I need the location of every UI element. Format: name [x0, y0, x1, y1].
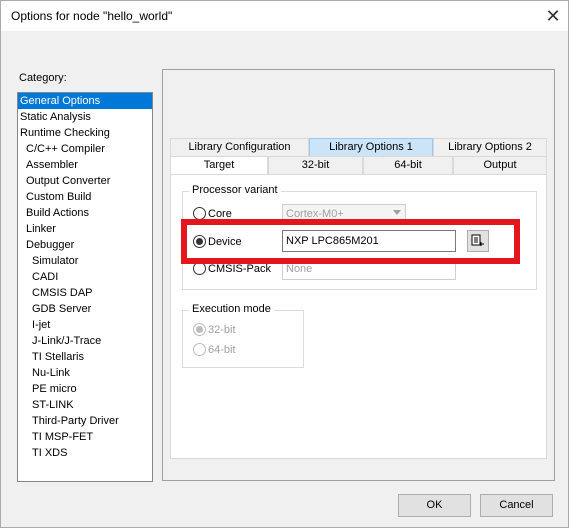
category-item-third-party-driver[interactable]: Third-Party Driver	[18, 413, 152, 429]
category-label: Category:	[19, 72, 67, 84]
category-item-linker[interactable]: Linker	[18, 221, 152, 237]
category-item-i-jet[interactable]: I-jet	[18, 317, 152, 333]
tab-library-configuration[interactable]: Library Configuration	[170, 138, 309, 156]
core-select-value: Cortex-M0+	[286, 208, 344, 220]
core-select[interactable]: Cortex-M0+	[282, 204, 406, 224]
exec-32-bit-radio[interactable]: 32-bit	[193, 323, 236, 336]
category-item-ti-stellaris[interactable]: TI Stellaris	[18, 349, 152, 365]
cancel-button[interactable]: Cancel	[480, 494, 553, 517]
category-item-assembler[interactable]: Assembler	[18, 157, 152, 173]
category-item-runtime-checking[interactable]: Runtime Checking	[18, 125, 152, 141]
tab-32-bit[interactable]: 32-bit	[268, 156, 363, 174]
category-item-ti-msp-fet[interactable]: TI MSP-FET	[18, 429, 152, 445]
category-item-nu-link[interactable]: Nu-Link	[18, 365, 152, 381]
category-item-simulator[interactable]: Simulator	[18, 253, 152, 269]
chevron-down-icon	[393, 210, 401, 215]
cmsis-pack-radio-label: CMSIS-Pack	[208, 262, 271, 275]
tab-target[interactable]: Target	[170, 156, 268, 174]
category-item-cadi[interactable]: CADI	[18, 269, 152, 285]
title-bar: Options for node "hello_world" ✕	[1, 1, 568, 31]
core-radio[interactable]: Core	[193, 207, 232, 220]
category-item-st-link[interactable]: ST-LINK	[18, 397, 152, 413]
exec-64-bit-radio[interactable]: 64-bit	[193, 343, 236, 356]
device-radio-button[interactable]	[193, 235, 206, 248]
category-item-debugger[interactable]: Debugger	[18, 237, 152, 253]
category-item-build-actions[interactable]: Build Actions	[18, 205, 152, 221]
core-radio-button[interactable]	[193, 207, 206, 220]
core-radio-label: Core	[208, 207, 232, 220]
tab-64-bit[interactable]: 64-bit	[363, 156, 453, 174]
tab-output[interactable]: Output	[453, 156, 547, 174]
category-item-gdb-server[interactable]: GDB Server	[18, 301, 152, 317]
execution-mode-title: Execution mode	[189, 303, 274, 315]
ok-button[interactable]: OK	[398, 494, 471, 517]
category-item-ti-xds[interactable]: TI XDS	[18, 445, 152, 461]
exec-32-bit-radio-button[interactable]	[193, 323, 206, 336]
options-dialog: Options for node "hello_world" ✕ Categor…	[0, 0, 569, 528]
category-item-c-compiler[interactable]: C/C++ Compiler	[18, 141, 152, 157]
window-title: Options for node "hello_world"	[11, 9, 173, 23]
cmsis-pack-radio-button[interactable]	[193, 262, 206, 275]
execution-mode-group: Execution mode	[182, 303, 304, 368]
category-item-j-link[interactable]: J-Link/J-Trace	[18, 333, 152, 349]
exec-32-bit-label: 32-bit	[208, 323, 236, 336]
device-field[interactable]: NXP LPC865M201	[282, 230, 456, 252]
select-device-button[interactable]	[467, 230, 489, 252]
close-icon[interactable]: ✕	[538, 1, 568, 31]
exec-64-bit-radio-button[interactable]	[193, 343, 206, 356]
category-item-pe-micro[interactable]: PE micro	[18, 381, 152, 397]
tab-library-options-2[interactable]: Library Options 2	[433, 138, 547, 156]
cmsis-pack-field[interactable]: None	[282, 258, 456, 280]
tab-library-options-1[interactable]: Library Options 1	[309, 138, 433, 156]
category-list[interactable]: General Options Static Analysis Runtime …	[17, 92, 153, 482]
device-radio[interactable]: Device	[193, 235, 242, 248]
cmsis-pack-radio[interactable]: CMSIS-Pack	[193, 262, 271, 275]
category-item-static-analysis[interactable]: Static Analysis	[18, 109, 152, 125]
processor-variant-title: Processor variant	[189, 184, 281, 196]
category-item-general-options[interactable]: General Options	[18, 93, 152, 109]
category-item-output-converter[interactable]: Output Converter	[18, 173, 152, 189]
exec-64-bit-label: 64-bit	[208, 343, 236, 356]
category-item-custom-build[interactable]: Custom Build	[18, 189, 152, 205]
device-list-icon	[471, 234, 484, 246]
device-radio-label: Device	[208, 235, 242, 248]
category-item-cmsis-dap[interactable]: CMSIS DAP	[18, 285, 152, 301]
